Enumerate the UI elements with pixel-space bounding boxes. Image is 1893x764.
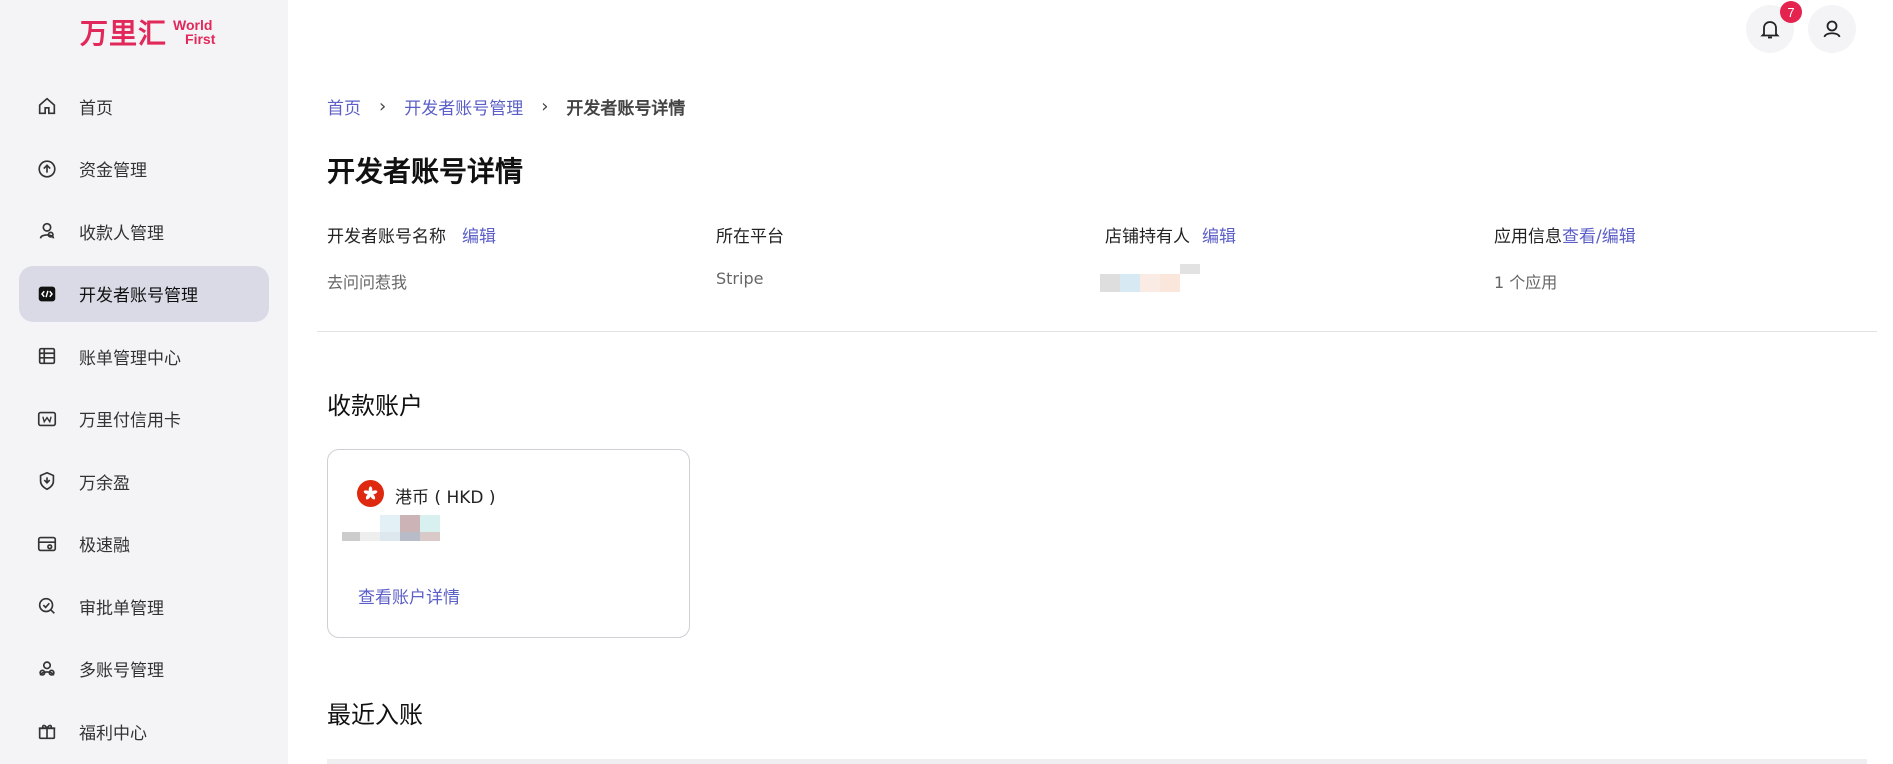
sidebar-nav: 首页 资金管理 收款人管理 开发者账号管理 账单管理中心 万里付信用卡 万余盈 … bbox=[19, 78, 269, 764]
logo-text-en-line1: World bbox=[173, 17, 213, 33]
page-title: 开发者账号详情 bbox=[327, 155, 524, 188]
user-menu-button[interactable] bbox=[1808, 5, 1856, 53]
sidebar-item-home[interactable]: 首页 bbox=[19, 78, 269, 134]
breadcrumb-home[interactable]: 首页 bbox=[327, 94, 361, 119]
info-store-owner: 店铺持有人 编辑 bbox=[1100, 222, 1236, 292]
account-name-value: 去问问惹我 bbox=[327, 273, 408, 292]
home-icon bbox=[36, 95, 58, 117]
account-name-label: 开发者账号名称 bbox=[327, 227, 446, 247]
sidebar-item-bills[interactable]: 账单管理中心 bbox=[19, 328, 269, 384]
sidebar-item-label: 多账号管理 bbox=[79, 661, 164, 681]
info-app: 应用信息 查看/编辑 1 个应用 bbox=[1494, 222, 1636, 293]
breadcrumb-developer-accounts[interactable]: 开发者账号管理 bbox=[404, 94, 523, 119]
edit-store-owner-link[interactable]: 编辑 bbox=[1202, 222, 1236, 247]
info-platform: 所在平台 Stripe bbox=[716, 222, 784, 288]
platform-label: 所在平台 bbox=[716, 227, 784, 247]
divider bbox=[317, 331, 1877, 332]
account-info: 开发者账号名称 编辑 去问问惹我 所在平台 Stripe 店铺持有人 编辑 应用… bbox=[327, 222, 1867, 292]
user-icon bbox=[1823, 20, 1841, 38]
breadcrumb: 首页 › 开发者账号管理 › 开发者账号详情 bbox=[327, 94, 685, 119]
sidebar-item-funds[interactable]: 资金管理 bbox=[19, 141, 269, 197]
sidebar-item-wanyuying[interactable]: 万余盈 bbox=[19, 453, 269, 509]
recent-credits-table bbox=[327, 759, 1867, 764]
code-icon bbox=[36, 283, 58, 305]
chevron-right-icon: › bbox=[379, 96, 387, 117]
breadcrumb-current: 开发者账号详情 bbox=[566, 99, 686, 119]
sidebar-item-label: 收款人管理 bbox=[79, 223, 164, 244]
info-label-row: 应用信息 查看/编辑 bbox=[1494, 222, 1636, 247]
logo-text-cn: 万里汇 bbox=[80, 17, 168, 50]
app-root: 万里汇 World First 首页 资金管理 收款人管理 开发者账号管理 账单… bbox=[0, 0, 1893, 764]
arrow-up-circle-icon bbox=[36, 158, 58, 180]
sidebar-item-payee[interactable]: 收款人管理 bbox=[19, 203, 269, 259]
view-account-details-link[interactable]: 查看账户详情 bbox=[358, 583, 460, 608]
payee-icon bbox=[36, 220, 58, 242]
store-owner-redacted bbox=[1100, 264, 1200, 294]
app-info-value: 1 个应用 bbox=[1494, 273, 1558, 292]
store-owner-label: 店铺持有人 bbox=[1105, 227, 1190, 247]
card-w-icon bbox=[36, 408, 58, 430]
sidebar-item-label: 极速融 bbox=[79, 536, 130, 556]
notification-badge: 7 bbox=[1780, 1, 1802, 23]
platform-value: Stripe bbox=[716, 269, 764, 288]
account-card[interactable]: 港币 ( HKD ) 查看账户详情 bbox=[327, 449, 690, 638]
sidebar-item-credit-card[interactable]: 万里付信用卡 bbox=[19, 391, 269, 447]
sidebar: 万里汇 World First 首页 资金管理 收款人管理 开发者账号管理 账单… bbox=[0, 0, 288, 764]
recent-credits-title: 最近入账 bbox=[327, 701, 423, 729]
hk-flag-icon bbox=[357, 480, 384, 507]
bell-icon bbox=[1760, 21, 1780, 39]
sidebar-item-benefits[interactable]: 福利中心 bbox=[19, 703, 269, 759]
receiving-accounts-title: 收款账户 bbox=[327, 392, 423, 420]
edit-account-name-link[interactable]: 编辑 bbox=[462, 222, 496, 247]
sidebar-item-label: 资金管理 bbox=[79, 161, 147, 181]
sidebar-item-label: 账单管理中心 bbox=[79, 348, 181, 369]
info-label-row: 店铺持有人 编辑 bbox=[1105, 222, 1236, 247]
sidebar-item-label: 福利中心 bbox=[79, 723, 147, 744]
app-info-label: 应用信息 bbox=[1494, 227, 1562, 247]
gift-icon bbox=[36, 720, 58, 742]
multi-account-icon bbox=[36, 658, 58, 680]
sidebar-item-label: 开发者账号管理 bbox=[79, 286, 198, 306]
account-number-redacted bbox=[342, 515, 442, 543]
bill-icon bbox=[36, 345, 58, 367]
sidebar-item-approvals[interactable]: 审批单管理 bbox=[19, 578, 269, 634]
approval-icon bbox=[36, 595, 58, 617]
view-edit-app-link[interactable]: 查看/编辑 bbox=[1562, 222, 1636, 247]
sidebar-item-label: 审批单管理 bbox=[79, 598, 164, 619]
sidebar-item-developer-accounts[interactable]: 开发者账号管理 bbox=[19, 265, 269, 322]
chevron-right-icon: › bbox=[541, 96, 549, 117]
info-account-name: 开发者账号名称 编辑 去问问惹我 bbox=[327, 222, 496, 293]
sidebar-item-label: 首页 bbox=[79, 98, 113, 119]
brand-logo[interactable]: 万里汇 World First bbox=[80, 12, 215, 52]
finance-icon bbox=[36, 533, 58, 555]
sidebar-item-label: 万余盈 bbox=[79, 473, 130, 494]
shield-icon bbox=[36, 470, 58, 492]
currency-label: 港币 ( HKD ) bbox=[395, 488, 496, 508]
sidebar-item-fast-finance[interactable]: 极速融 bbox=[19, 516, 269, 572]
sidebar-item-multi-account[interactable]: 多账号管理 bbox=[19, 641, 269, 697]
info-label-row: 开发者账号名称 编辑 bbox=[327, 222, 496, 247]
sidebar-item-label: 万里付信用卡 bbox=[79, 411, 181, 431]
logo-text-en-line2: First bbox=[185, 31, 216, 47]
logo-text-en: World First bbox=[173, 18, 215, 46]
